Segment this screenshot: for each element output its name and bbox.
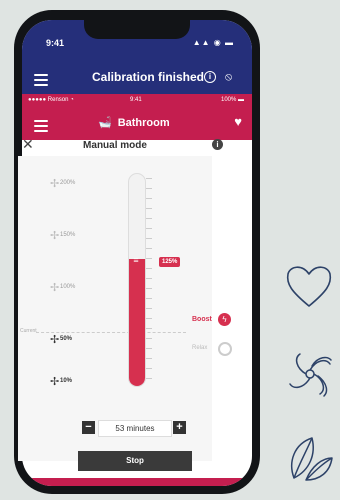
slider-tick xyxy=(146,178,152,179)
inner-menu-icon[interactable] xyxy=(34,117,48,135)
level-label-200: 200% xyxy=(60,180,76,186)
slider-tick xyxy=(146,358,152,359)
bath-icon: 🛁 xyxy=(98,117,112,129)
slider-tick xyxy=(146,308,152,309)
room-title-label: Bathroom xyxy=(117,117,170,129)
fan-icon: ✢ xyxy=(50,376,60,388)
favorite-heart-icon[interactable]: ♥ xyxy=(234,114,242,129)
timer-decrease-button[interactable]: − xyxy=(82,421,95,434)
swirl-icon xyxy=(289,353,332,397)
slider-tick xyxy=(146,248,152,249)
level-label-10: 10% xyxy=(60,378,73,384)
inner-app-bar: ●●●●● Renson ◔ 9:41 100% ▬ 🛁 Bathroom ♥ xyxy=(22,94,252,140)
outer-info-icon[interactable]: i xyxy=(204,71,216,83)
slider-tick xyxy=(146,328,152,329)
info-icon[interactable]: i xyxy=(212,139,223,150)
phone-notch xyxy=(84,20,190,39)
slider-value-badge: 125% xyxy=(159,257,181,267)
slider-tick xyxy=(146,228,152,229)
leaves-icon xyxy=(291,437,333,481)
slider-tick xyxy=(146,348,152,349)
slider-tick xyxy=(146,218,152,219)
bottom-strip xyxy=(22,478,252,486)
fan-icon: ✢ xyxy=(50,282,60,294)
slider-tick xyxy=(146,238,152,239)
outer-menu-icon[interactable] xyxy=(34,71,48,89)
slider-tick xyxy=(146,338,152,339)
slider-tick xyxy=(146,378,152,379)
slider-tick xyxy=(146,258,152,259)
slider-tick xyxy=(146,188,152,189)
heart-outline-icon xyxy=(286,266,332,307)
fan-icon: ✢ xyxy=(50,334,60,346)
manual-mode-title: Manual mode xyxy=(83,140,147,151)
control-panel xyxy=(18,156,212,461)
slider-tick xyxy=(146,208,152,209)
relax-radio[interactable] xyxy=(218,342,232,356)
slider-tick xyxy=(146,268,152,269)
level-label-50: 50% xyxy=(60,336,73,342)
boost-label: Boost xyxy=(192,316,212,323)
slider-tick xyxy=(146,298,152,299)
room-title: 🛁 Bathroom xyxy=(98,116,170,129)
relax-label: Relax xyxy=(192,345,208,351)
inner-carrier: ●●●●● Renson ◔ xyxy=(28,97,74,103)
slider-tick xyxy=(146,278,152,279)
slider-tick xyxy=(146,288,152,289)
current-level-line xyxy=(36,332,186,333)
level-label-150: 150% xyxy=(60,232,76,238)
slider-handle-icon[interactable]: ≡ xyxy=(130,256,142,265)
timer-value: 53 minutes xyxy=(98,420,172,437)
stop-button[interactable]: Stop xyxy=(78,451,192,471)
inner-time: 9:41 xyxy=(130,97,142,103)
timer-increase-button[interactable]: + xyxy=(173,421,186,434)
slider-tick xyxy=(146,198,152,199)
slider-tick xyxy=(146,368,152,369)
ventilation-slider[interactable] xyxy=(128,173,146,387)
boost-button[interactable]: ϟ xyxy=(218,313,231,326)
slider-tick xyxy=(146,318,152,319)
fan-icon: ✢ xyxy=(50,230,60,242)
cloud-off-icon[interactable]: ⦸ xyxy=(225,71,232,84)
level-label-100: 100% xyxy=(60,284,76,290)
outer-title: Calibration finished xyxy=(92,70,205,84)
status-icons: ▲▲ ◉ ▬ xyxy=(192,38,234,47)
current-label: Current xyxy=(20,328,37,334)
fan-icon: ✢ xyxy=(50,178,60,190)
inner-battery: 100% ▬ xyxy=(220,97,244,103)
slider-fill xyxy=(129,258,145,386)
status-time: 9:41 xyxy=(46,38,65,48)
